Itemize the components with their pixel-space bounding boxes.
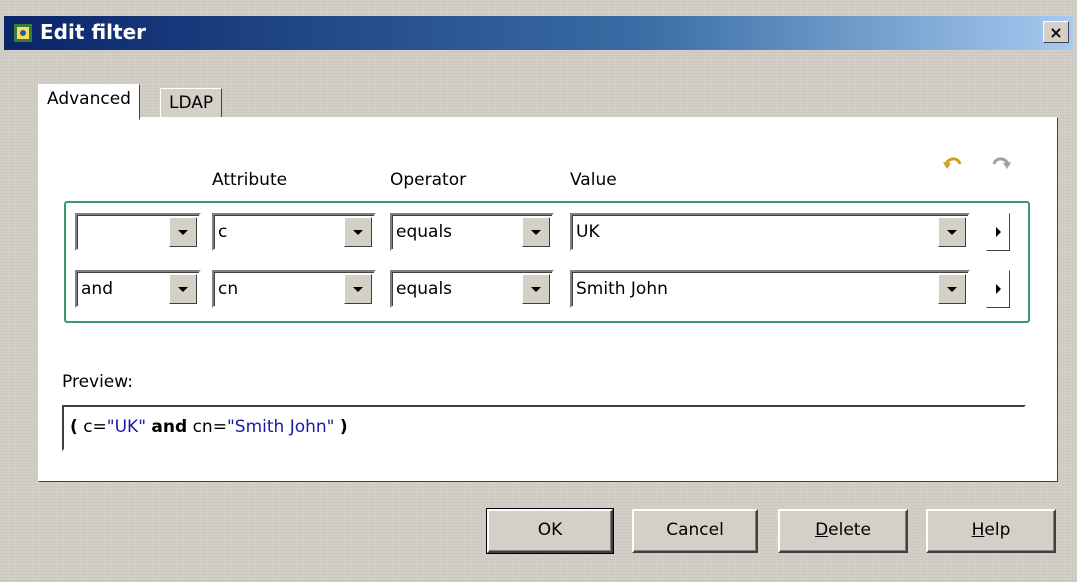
logic-combo-row2[interactable]: and [75,270,201,308]
redo-arrow-icon[interactable] [988,150,1014,176]
dropdown-arrow-icon[interactable] [344,217,372,247]
preview-attr2: cn= [192,417,227,437]
value-combo-row1[interactable]: UK [570,213,970,251]
preview-value1: "UK" [106,417,147,437]
value-text: Smith John [576,279,668,299]
tab-advanced-label: Advanced [47,89,131,109]
title-bar[interactable]: Edit filter × [4,16,1073,50]
ok-button[interactable]: OK [486,508,614,554]
operator-value: equals [396,222,453,242]
logic-value: and [81,279,113,299]
attribute-column-header: Attribute [212,170,288,190]
triangle-right-icon [995,284,1001,294]
edit-filter-dialog: Edit filter × Advanced LDAP Attribute Op… [0,0,1077,582]
value-text: UK [576,222,600,242]
attribute-value: c [218,222,228,242]
row1-expand-button[interactable] [986,213,1010,251]
operator-combo-row2[interactable]: equals [390,270,554,308]
row2-expand-button[interactable] [986,270,1010,308]
window-title: Edit filter [40,20,147,44]
operator-value: equals [396,279,453,299]
attribute-value: cn [218,279,239,299]
help-mnemonic: H [971,520,985,540]
operator-combo-row1[interactable]: equals [390,213,554,251]
tab-ldap[interactable]: LDAP [160,88,223,118]
dropdown-arrow-icon[interactable] [522,217,550,247]
preview-join: and [151,417,188,437]
ok-label: OK [537,520,563,540]
help-button[interactable]: Help [926,509,1056,553]
preview-attr1: c= [83,417,107,437]
undo-arrow-icon[interactable] [940,150,966,176]
dropdown-arrow-icon[interactable] [344,274,372,304]
dropdown-arrow-icon[interactable] [522,274,550,304]
delete-button[interactable]: Delete [778,509,908,553]
help-label: elp [984,520,1011,540]
preview-box: ( c="UK" and cn="Smith John" ) [62,405,1026,451]
triangle-right-icon [995,227,1001,237]
preview-label: Preview: [62,372,133,392]
operator-column-header: Operator [390,170,467,190]
delete-mnemonic: D [815,520,829,540]
directory-icon [14,24,32,42]
preview-value2: "Smith John" [226,417,335,437]
value-column-header: Value [570,170,617,190]
dropdown-arrow-icon[interactable] [938,217,966,247]
dropdown-arrow-icon[interactable] [169,217,197,247]
dropdown-arrow-icon[interactable] [169,274,197,304]
paren-open: ( [70,417,78,437]
delete-label: elete [828,520,871,540]
dropdown-arrow-icon[interactable] [938,274,966,304]
attribute-combo-row1[interactable]: c [212,213,376,251]
tab-ldap-label: LDAP [169,93,214,113]
cancel-label: Cancel [666,520,724,540]
cancel-button[interactable]: Cancel [632,509,758,553]
value-combo-row2[interactable]: Smith John [570,270,970,308]
tab-advanced[interactable]: Advanced [38,84,140,120]
attribute-combo-row2[interactable]: cn [212,270,376,308]
paren-close: ) [339,417,348,437]
close-button[interactable]: × [1043,21,1069,43]
logic-combo-row1[interactable] [75,213,201,251]
